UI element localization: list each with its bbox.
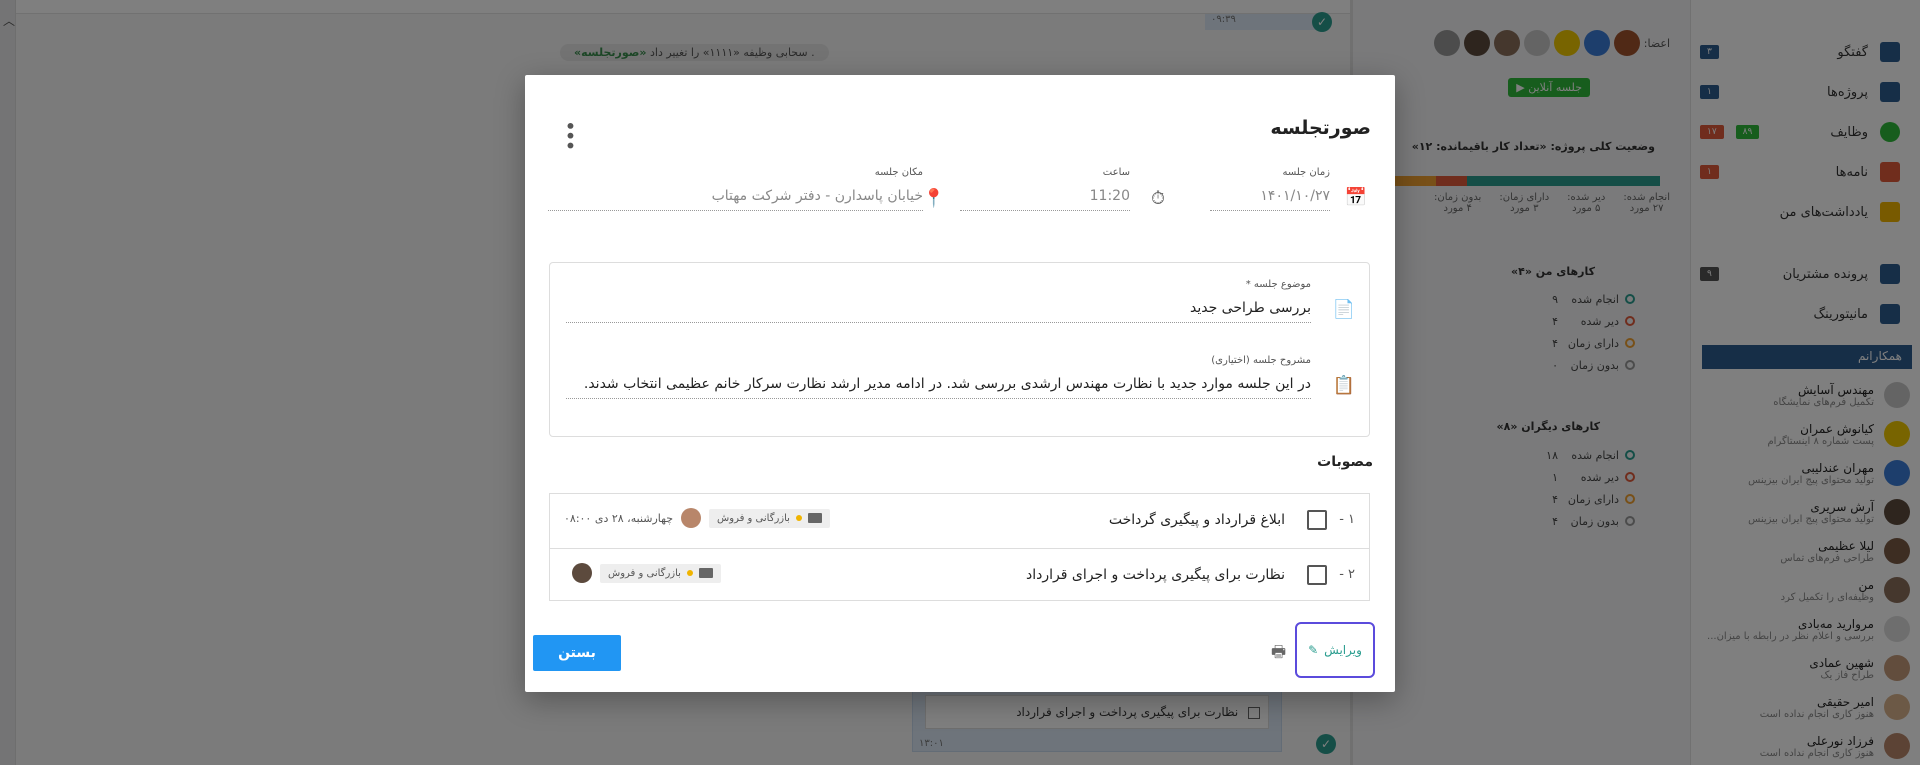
subject-label: موضوع جلسه * <box>1245 279 1311 290</box>
server-icon <box>698 568 713 578</box>
checkbox[interactable] <box>1307 565 1327 585</box>
department-label: بازرگانی و فروش <box>608 567 681 579</box>
more-menu-icon[interactable]: ••• <box>558 120 582 149</box>
meeting-time-value[interactable]: ۱۴۰۱/۱۰/۲۷ <box>1210 184 1330 211</box>
clock-icon: ⏱ <box>1150 188 1165 209</box>
resolution-meta: بازرگانی و فروش چهارشنبه، ۲۸ دی ۰۸:۰۰ <box>564 508 830 528</box>
subject-value[interactable]: بررسی طراحی جدید <box>566 296 1311 323</box>
location-pin-icon: 📍 <box>922 188 945 209</box>
document-icon: 📄 <box>1332 299 1355 320</box>
clipboard-icon: 📋 <box>1332 375 1355 396</box>
resolution-text: نظارت برای پیگیری پرداخت و اجرای قرارداد <box>1026 567 1285 583</box>
place-value[interactable]: خیابان پاسدارن - دفتر شرکت مهتاب <box>548 184 923 211</box>
server-icon <box>807 513 822 523</box>
status-dot <box>686 570 693 576</box>
meeting-time-label: زمان جلسه <box>1282 167 1330 178</box>
hour-label: ساعت <box>1102 167 1130 178</box>
modal-title: صورتجلسه <box>1270 117 1371 139</box>
close-button[interactable]: بستن <box>533 635 621 671</box>
resolutions-table: ۱ - ابلاغ قرارداد و پیگیری گرداخت بازرگا… <box>549 493 1370 601</box>
resolution-meta: بازرگانی و فروش <box>572 563 721 583</box>
place-field[interactable]: مکان جلسه خیابان پاسدارن - دفتر شرکت مهت… <box>548 167 923 211</box>
row-number: ۱ - <box>1339 512 1355 527</box>
edit-label: ویرایش <box>1324 643 1362 657</box>
subject-field[interactable]: موضوع جلسه * بررسی طراحی جدید <box>566 279 1311 323</box>
hour-field[interactable]: ساعت 11:20 <box>960 167 1130 211</box>
status-dot <box>795 515 802 521</box>
description-label: مشروح جلسه (اختیاری) <box>1211 355 1311 366</box>
description-value[interactable]: در این جلسه موارد جدید با نظارت مهندس ار… <box>566 372 1311 399</box>
table-row: ۲ - نظارت برای پیگیری پرداخت و اجرای قرا… <box>550 548 1369 602</box>
meeting-time-field[interactable]: زمان جلسه ۱۴۰۱/۱۰/۲۷ <box>1210 167 1330 211</box>
calendar-icon: 📅 <box>1344 187 1367 208</box>
department-tag[interactable]: بازرگانی و فروش <box>709 508 830 528</box>
place-label: مکان جلسه <box>874 167 923 178</box>
meeting-details-box: 📄 موضوع جلسه * بررسی طراحی جدید 📋 مشروح … <box>549 262 1370 437</box>
resolutions-header: مصوبات <box>1317 454 1373 470</box>
resolution-text: ابلاغ قرارداد و پیگیری گرداخت <box>1108 512 1285 528</box>
minutes-modal: صورتجلسه ••• 📅 زمان جلسه ۱۴۰۱/۱۰/۲۷ ⏱ سا… <box>525 75 1395 692</box>
pencil-icon: ✎ <box>1308 643 1319 657</box>
avatar[interactable] <box>681 508 702 528</box>
checkbox[interactable] <box>1307 510 1327 530</box>
avatar[interactable] <box>572 563 592 583</box>
description-field[interactable]: مشروح جلسه (اختیاری) در این جلسه موارد ج… <box>566 355 1311 399</box>
table-row: ۱ - ابلاغ قرارداد و پیگیری گرداخت بازرگا… <box>550 494 1369 548</box>
hour-value[interactable]: 11:20 <box>960 184 1130 211</box>
row-number: ۲ - <box>1339 567 1355 582</box>
print-icon[interactable]: 🖶 <box>1271 641 1286 668</box>
resolution-date: چهارشنبه، ۲۸ دی ۰۸:۰۰ <box>564 511 674 525</box>
department-tag[interactable]: بازرگانی و فروش <box>600 563 721 583</box>
department-label: بازرگانی و فروش <box>717 512 790 524</box>
edit-button[interactable]: ویرایش ✎ <box>1295 622 1375 678</box>
